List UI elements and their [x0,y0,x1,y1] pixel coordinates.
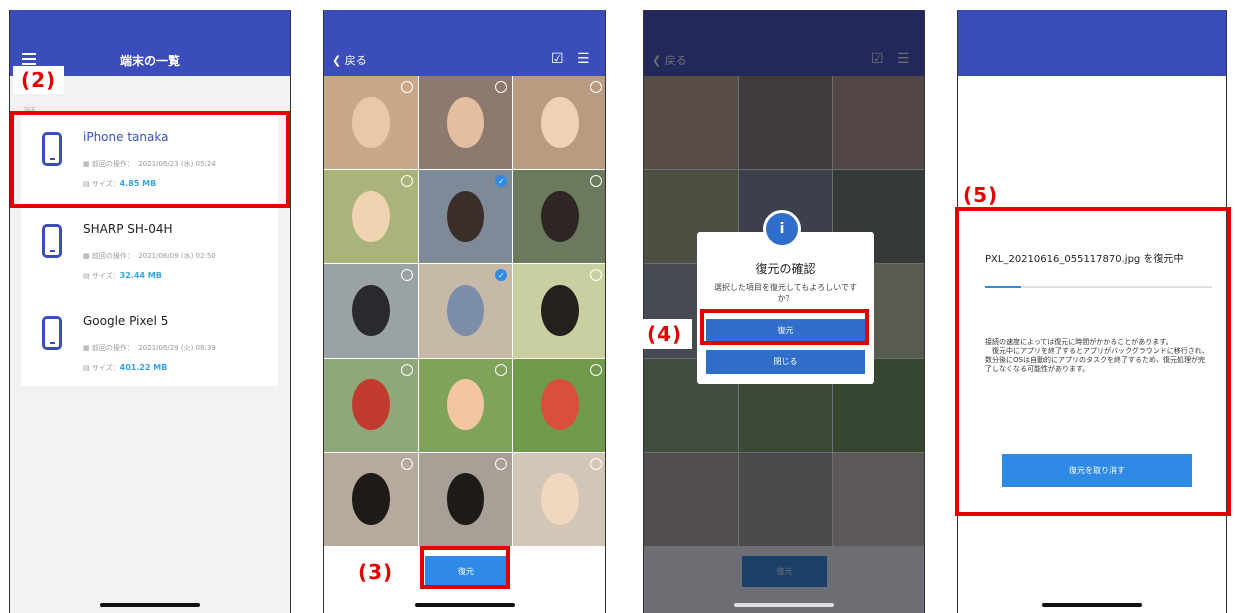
device-size: ▤ サイズ：32.44 MB [83,271,162,280]
device-item-sharp[interactable]: SHARP SH-04H ▦ 前回の操作： 2021/06/09 (水) 02:… [21,204,278,294]
dialog-message: 選択した項目を復元してもよろしいですか？ [713,283,858,303]
smartphone-icon [42,224,62,258]
photo-subject [446,473,485,525]
photo-thumbnail[interactable] [324,452,418,546]
photo-select-screen: ❮ 戻る ☑ ☰ ✓ ✓ 復元 [323,10,606,613]
select-checkbox[interactable] [400,81,413,93]
photo-thumbnail[interactable] [513,170,605,264]
device-last-operation: ▦ 前回の操作： 2021/06/09 (水) 02:50 [83,252,216,260]
highlight-box [10,111,290,208]
select-checkbox[interactable] [495,81,508,93]
device-name: Google Pixel 5 [83,314,169,328]
home-indicator [734,603,834,607]
photo-subject [541,379,579,431]
device-size: ▤ サイズ：401.22 MB [83,363,168,372]
select-checkbox[interactable] [400,269,413,282]
nav-bar: ❮ 戻る ☑ ☰ [324,43,605,76]
select-checkbox[interactable] [589,363,602,376]
photo-thumbnail[interactable] [513,452,605,546]
select-checkbox[interactable]: ✓ [495,175,508,188]
step-label-3: (3) [346,552,406,592]
dialog-title: 復元の確認 [755,262,816,276]
photo-thumbnail[interactable] [418,358,513,452]
status-bar [10,10,290,43]
step-label-5: (5) [963,183,999,207]
photo-subject [352,379,390,431]
status-bar [324,10,605,43]
photo-thumbnail[interactable] [324,358,418,452]
photo-grid: ✓ ✓ [324,76,605,546]
highlight-box [955,207,1231,516]
home-indicator [100,603,200,607]
photo-subject [352,190,390,242]
home-indicator [414,603,515,607]
photo-subject [541,96,579,148]
nav-bar [958,43,1226,76]
select-checkbox[interactable]: ✓ [495,269,508,282]
select-checkbox[interactable] [400,363,413,376]
select-all-icon[interactable]: ☑ [551,51,564,67]
select-checkbox[interactable] [589,457,602,470]
close-button[interactable]: 閉じる [706,350,865,374]
photo-thumbnail[interactable] [324,264,418,358]
highlight-box [420,546,510,589]
photo-thumbnail[interactable]: ✓ [418,170,513,264]
photo-thumbnail[interactable] [324,76,418,170]
photo-subject [541,284,579,337]
select-checkbox[interactable] [495,363,508,376]
photo-subject [446,379,485,431]
photo-thumbnail[interactable]: ✓ [418,264,513,358]
select-checkbox[interactable] [589,269,602,282]
select-checkbox[interactable] [400,175,413,188]
photo-thumbnail[interactable] [513,358,605,452]
photo-subject [352,284,390,337]
select-checkbox[interactable] [400,457,413,470]
photo-thumbnail[interactable] [513,76,605,170]
photo-thumbnail[interactable] [418,452,513,546]
photo-thumbnail[interactable] [418,76,513,170]
confirm-dialog: 復元の確認 選択した項目を復元してもよろしいですか？ 復元 閉じる [697,232,874,384]
status-bar [958,10,1226,43]
photo-subject [446,284,485,337]
photo-subject [541,190,579,242]
photo-subject [446,96,485,148]
photo-subject [541,473,579,525]
step-label-4: (4) [643,319,693,349]
list-view-icon[interactable]: ☰ [577,51,590,67]
device-list-screen: 端末の一覧 端末 iPhone tanaka ▦ 前回の操作： 2021/06/… [9,10,291,613]
device-name: SHARP SH-04H [83,222,173,236]
photo-subject [352,96,390,148]
info-icon: i [763,210,801,248]
home-indicator [1042,603,1142,607]
smartphone-icon [42,316,62,350]
photo-subject [446,190,485,242]
photo-thumbnail[interactable] [324,170,418,264]
highlight-box [700,309,869,345]
select-checkbox[interactable] [589,175,602,188]
step-label-2: (2) [13,66,65,94]
back-button[interactable]: ❮ 戻る [332,52,367,68]
photo-subject [352,473,390,525]
select-checkbox[interactable] [589,81,602,93]
select-checkbox[interactable] [495,457,508,470]
device-item-google-pixel[interactable]: Google Pixel 5 ▦ 前回の操作： 2021/06/29 (火) 0… [21,296,278,386]
device-last-operation: ▦ 前回の操作： 2021/06/29 (火) 08:39 [83,344,216,352]
photo-thumbnail[interactable] [513,264,605,358]
